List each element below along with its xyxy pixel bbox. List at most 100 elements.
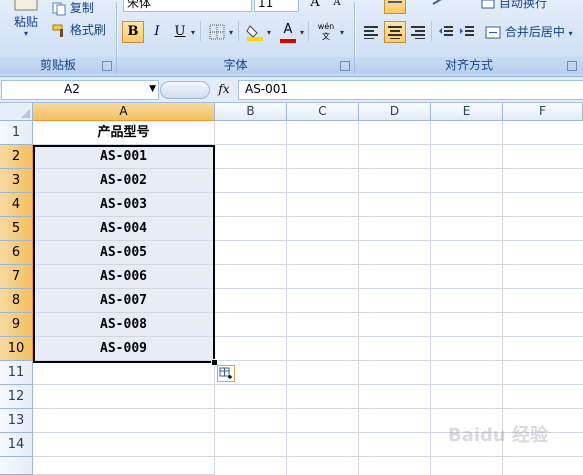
wrap-text-icon	[481, 0, 495, 8]
ribbon: 粘贴 ▾ 复制 格式刷 剪贴板 宋体 11 A A B I U ▾ ▾ ▾ A …	[0, 0, 583, 77]
cell-a6[interactable]: AS-005	[33, 241, 215, 265]
column-header-a[interactable]: A	[33, 103, 215, 121]
row-header-8[interactable]: 8	[0, 289, 33, 313]
row-header-13[interactable]: 13	[0, 409, 33, 433]
cell-a8[interactable]: AS-007	[33, 289, 215, 313]
copy-label: 复制	[69, 1, 94, 15]
copy-button[interactable]: 复制	[52, 0, 94, 17]
cell-a11[interactable]	[33, 361, 215, 385]
align-center-button[interactable]	[384, 21, 406, 43]
row-header-12[interactable]: 12	[0, 385, 33, 409]
fx-icon: fx	[218, 82, 230, 96]
font-color-button[interactable]: A	[277, 19, 299, 43]
phonetic-dropdown-icon[interactable]: ▾	[340, 28, 344, 37]
font-color-dropdown-icon[interactable]: ▾	[300, 28, 304, 37]
cell-a14[interactable]	[33, 433, 215, 457]
cell-a12[interactable]	[33, 385, 215, 409]
cell-a13[interactable]	[33, 409, 215, 433]
row-header-2[interactable]: 2	[0, 145, 33, 169]
shrink-font-button[interactable]: A	[326, 0, 348, 14]
merge-center-button[interactable]: 合并后居中 ▾	[485, 23, 573, 41]
column-header-c[interactable]: C	[287, 103, 359, 121]
grow-font-label: A	[310, 0, 320, 10]
underline-button[interactable]: U	[169, 21, 191, 43]
italic-button[interactable]: I	[146, 21, 168, 43]
increase-indent-button[interactable]	[456, 21, 478, 43]
bold-button[interactable]: B	[122, 21, 144, 43]
formula-input[interactable]: AS-001	[238, 80, 583, 100]
cell-a10[interactable]: AS-009	[33, 337, 215, 361]
cell-a2[interactable]: AS-001	[33, 145, 215, 169]
align-left-icon	[364, 26, 378, 39]
merge-cells-icon	[485, 26, 501, 39]
name-box-value: A2	[64, 82, 80, 96]
insert-function-button[interactable]: fx	[212, 81, 236, 98]
select-all-corner[interactable]	[0, 103, 33, 121]
borders-button[interactable]	[206, 21, 228, 43]
fill-color-button[interactable]	[244, 21, 266, 43]
dialog-launcher-icon[interactable]	[340, 61, 350, 71]
align-right-button[interactable]	[407, 21, 429, 43]
wrap-text-label: 自动换行	[498, 0, 547, 10]
column-header-b[interactable]: B	[215, 103, 287, 121]
row-header-3[interactable]: 3	[0, 169, 33, 193]
dialog-launcher-icon[interactable]	[102, 61, 112, 71]
underline-label: U	[174, 24, 186, 39]
borders-dropdown-icon[interactable]: ▾	[229, 28, 233, 37]
cell-a9[interactable]: AS-008	[33, 313, 215, 337]
column-header-e[interactable]: E	[431, 103, 503, 121]
cell-a3[interactable]: AS-002	[33, 169, 215, 193]
cell-a5[interactable]: AS-004	[33, 217, 215, 241]
paste-icon	[14, 0, 38, 11]
cell-a7[interactable]: AS-006	[33, 265, 215, 289]
row-header-14[interactable]: 14	[0, 433, 33, 457]
cell-a4[interactable]: AS-003	[33, 193, 215, 217]
paste-button[interactable]: 粘贴 ▾	[8, 0, 44, 38]
phonetic-guide-button[interactable]: wén 文	[313, 21, 339, 43]
orientation-icon	[432, 0, 442, 5]
row-header-15[interactable]	[0, 457, 33, 475]
column-header-f[interactable]: F	[503, 103, 583, 121]
decrease-indent-icon	[439, 26, 453, 36]
row-header-4[interactable]: 4	[0, 193, 33, 217]
row-header-10[interactable]: 10	[0, 337, 33, 361]
name-box[interactable]: A2 ▼	[1, 80, 159, 100]
row-header-7[interactable]: 7	[0, 265, 33, 289]
align-middle-icon	[388, 1, 402, 3]
cell-a1[interactable]: 产品型号	[33, 121, 215, 145]
align-top-icon	[363, 0, 379, 6]
name-box-dropdown-icon[interactable]: ▼	[149, 84, 156, 94]
top-align-button[interactable]	[360, 0, 382, 14]
align-left-button[interactable]	[360, 21, 382, 43]
row-header-5[interactable]: 5	[0, 217, 33, 241]
bold-label: B	[127, 24, 139, 39]
merge-center-label: 合并后居中	[504, 25, 565, 39]
font-size-box[interactable]: 11	[254, 0, 299, 12]
orientation-button[interactable]	[428, 0, 450, 14]
row-header-6[interactable]: 6	[0, 241, 33, 265]
font-name-box[interactable]: 宋体	[123, 0, 252, 12]
align-right-icon	[411, 26, 425, 39]
underline-dropdown-icon[interactable]: ▾	[191, 28, 195, 37]
font-size-value: 11	[258, 0, 274, 10]
row-header-1[interactable]: 1	[0, 121, 33, 145]
wrap-text-button[interactable]: 自动换行	[481, 0, 547, 12]
merge-dropdown-icon[interactable]: ▾	[569, 29, 573, 38]
baidu-watermark: Baidu 经验	[448, 425, 549, 446]
alignment-group: 自动换行 合并后居中 ▾ 对齐方式	[355, 0, 583, 76]
format-painter-button[interactable]: 格式刷	[52, 21, 106, 39]
format-painter-label: 格式刷	[69, 23, 106, 37]
middle-align-button[interactable]	[384, 0, 406, 14]
fill-color-swatch	[247, 37, 263, 41]
decrease-indent-button[interactable]	[435, 21, 457, 43]
grow-font-button[interactable]: A	[304, 0, 326, 14]
font-color-label: A	[283, 22, 293, 37]
column-header-d[interactable]: D	[359, 103, 431, 121]
row-header-11[interactable]: 11	[0, 361, 33, 385]
row-header-9[interactable]: 9	[0, 313, 33, 337]
dialog-launcher-icon[interactable]	[567, 61, 577, 71]
fill-dropdown-icon[interactable]: ▾	[267, 28, 271, 37]
auto-fill-options-button[interactable]	[217, 365, 235, 382]
name-box-resize-handle[interactable]	[160, 81, 210, 99]
cell-a15[interactable]	[33, 457, 215, 475]
